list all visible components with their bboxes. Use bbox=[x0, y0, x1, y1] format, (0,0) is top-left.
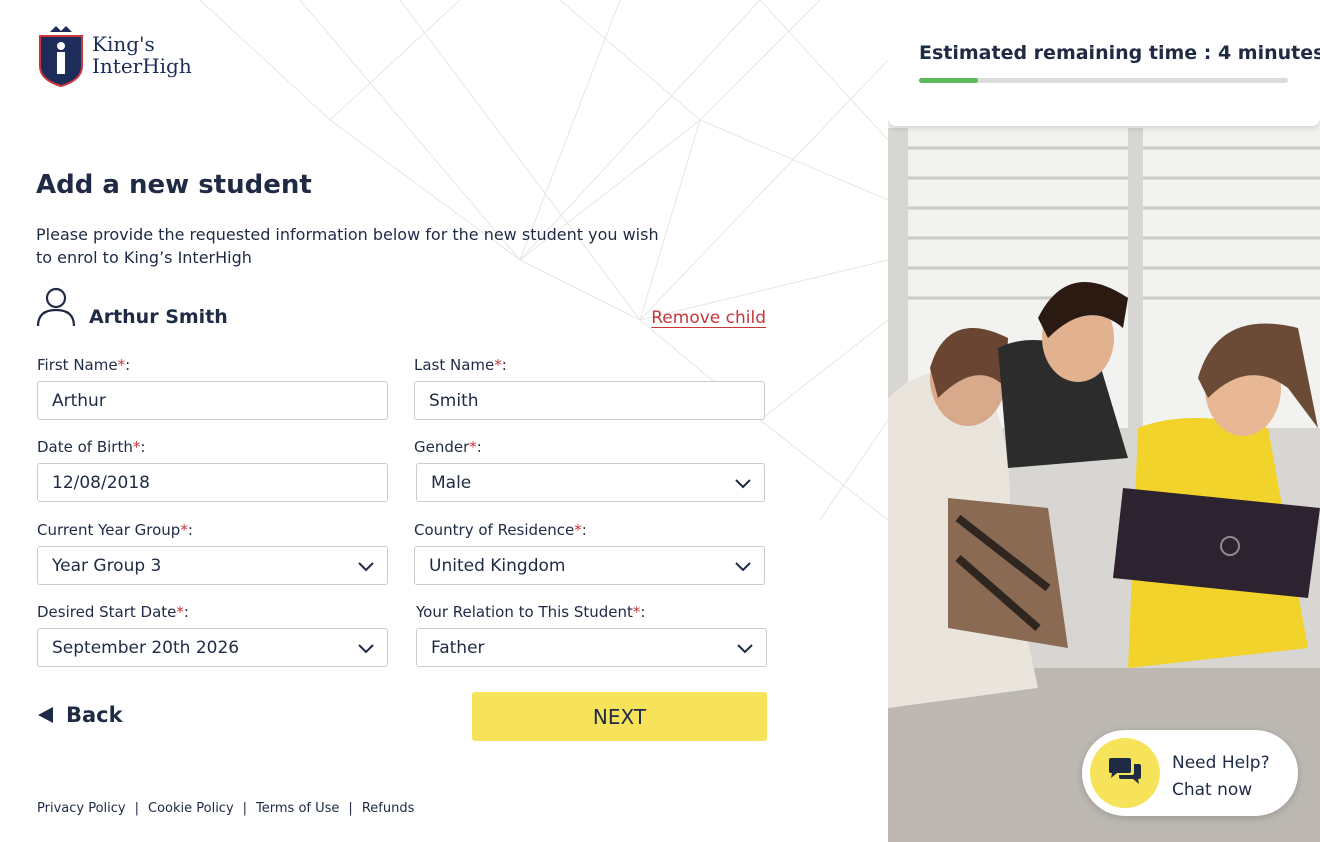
back-label: Back bbox=[66, 703, 123, 727]
left-pane: King's InterHigh Add a new student Pleas… bbox=[0, 0, 888, 842]
dob-label: Date of Birth*: bbox=[37, 438, 146, 456]
last-name-value: Smith bbox=[429, 390, 479, 411]
relation-value: Father bbox=[431, 637, 485, 658]
page-title: Add a new student bbox=[36, 170, 312, 200]
chat-help-button[interactable]: Need Help? Chat now bbox=[1082, 730, 1298, 816]
student-header: Arthur Smith Remove child bbox=[36, 286, 766, 330]
start-date-value: September 20th 2026 bbox=[52, 637, 240, 658]
first-name-label: First Name*: bbox=[37, 356, 131, 374]
dob-field: Date of Birth*: 12/08/2018 bbox=[37, 438, 388, 502]
footer-links: Privacy Policy | Cookie Policy | Terms o… bbox=[37, 801, 414, 816]
gender-label: Gender*: bbox=[414, 438, 482, 456]
chevron-down-icon bbox=[735, 562, 751, 572]
year-group-select[interactable]: Year Group 3 bbox=[37, 546, 388, 585]
logo-text: King's InterHigh bbox=[92, 33, 192, 77]
country-field: Country of Residence*: United Kingdom bbox=[414, 521, 765, 585]
first-name-input[interactable]: Arthur bbox=[37, 381, 388, 420]
footer-separator: | bbox=[348, 801, 353, 816]
gender-value: Male bbox=[431, 472, 472, 493]
right-pane: Estimated remaining time : 4 minutes Nee… bbox=[888, 0, 1320, 842]
first-name-field: First Name*: Arthur bbox=[37, 356, 388, 420]
relation-field: Your Relation to This Student*: Father bbox=[416, 603, 767, 667]
footer-separator: | bbox=[242, 801, 248, 816]
help-line-2: Chat now bbox=[1172, 780, 1253, 800]
start-date-select[interactable]: September 20th 2026 bbox=[37, 628, 388, 667]
chat-icon bbox=[1109, 758, 1141, 784]
back-arrow-icon bbox=[38, 707, 53, 723]
chevron-down-icon bbox=[735, 479, 751, 489]
remove-child-link[interactable]: Remove child bbox=[651, 308, 766, 328]
terms-of-use-link[interactable]: Terms of Use bbox=[256, 801, 339, 816]
logo-line-2: InterHigh bbox=[92, 54, 192, 78]
chevron-down-icon bbox=[358, 562, 374, 572]
chevron-down-icon bbox=[358, 644, 374, 654]
help-text: Need Help? Chat now bbox=[1172, 750, 1270, 804]
year-group-field: Current Year Group*: Year Group 3 bbox=[37, 521, 388, 585]
country-label: Country of Residence*: bbox=[414, 521, 587, 539]
help-line-1: Need Help? bbox=[1172, 753, 1270, 773]
logo-line-1: King's bbox=[92, 32, 155, 56]
next-button[interactable]: NEXT bbox=[472, 692, 767, 741]
kings-interhigh-logo[interactable]: King's InterHigh bbox=[36, 22, 192, 88]
student-name: Arthur Smith bbox=[89, 306, 228, 328]
time-remaining-card: Estimated remaining time : 4 minutes bbox=[888, 0, 1320, 126]
chat-bubble bbox=[1090, 738, 1160, 808]
country-select[interactable]: United Kingdom bbox=[414, 546, 765, 585]
start-date-label: Desired Start Date*: bbox=[37, 603, 189, 621]
chevron-down-icon bbox=[737, 644, 753, 654]
relation-label: Your Relation to This Student*: bbox=[416, 603, 646, 621]
time-remaining-text: Estimated remaining time : 4 minutes bbox=[919, 42, 1320, 64]
relation-select[interactable]: Father bbox=[416, 628, 767, 667]
user-icon bbox=[36, 287, 76, 327]
gender-field: Gender*: Male bbox=[414, 438, 765, 502]
intro-text: Please provide the requested information… bbox=[36, 225, 659, 267]
cookie-policy-link[interactable]: Cookie Policy bbox=[148, 801, 234, 816]
first-name-value: Arthur bbox=[52, 390, 106, 411]
footer-separator: | bbox=[134, 801, 139, 816]
last-name-input[interactable]: Smith bbox=[414, 381, 765, 420]
privacy-policy-link[interactable]: Privacy Policy bbox=[37, 801, 126, 816]
last-name-field: Last Name*: Smith bbox=[414, 356, 765, 420]
year-group-value: Year Group 3 bbox=[52, 555, 162, 576]
shield-logo-icon bbox=[39, 26, 83, 88]
start-date-field: Desired Start Date*: September 20th 2026 bbox=[37, 603, 388, 667]
dob-input[interactable]: 12/08/2018 bbox=[37, 463, 388, 502]
refunds-link[interactable]: Refunds bbox=[362, 801, 415, 816]
year-group-label: Current Year Group*: bbox=[37, 521, 193, 539]
last-name-label: Last Name*: bbox=[414, 356, 507, 374]
progress-fill bbox=[919, 78, 979, 83]
dob-value: 12/08/2018 bbox=[52, 472, 150, 493]
country-value: United Kingdom bbox=[429, 555, 566, 576]
progress-track bbox=[919, 78, 1288, 83]
back-button[interactable]: Back bbox=[36, 703, 123, 727]
gender-select[interactable]: Male bbox=[416, 463, 765, 502]
